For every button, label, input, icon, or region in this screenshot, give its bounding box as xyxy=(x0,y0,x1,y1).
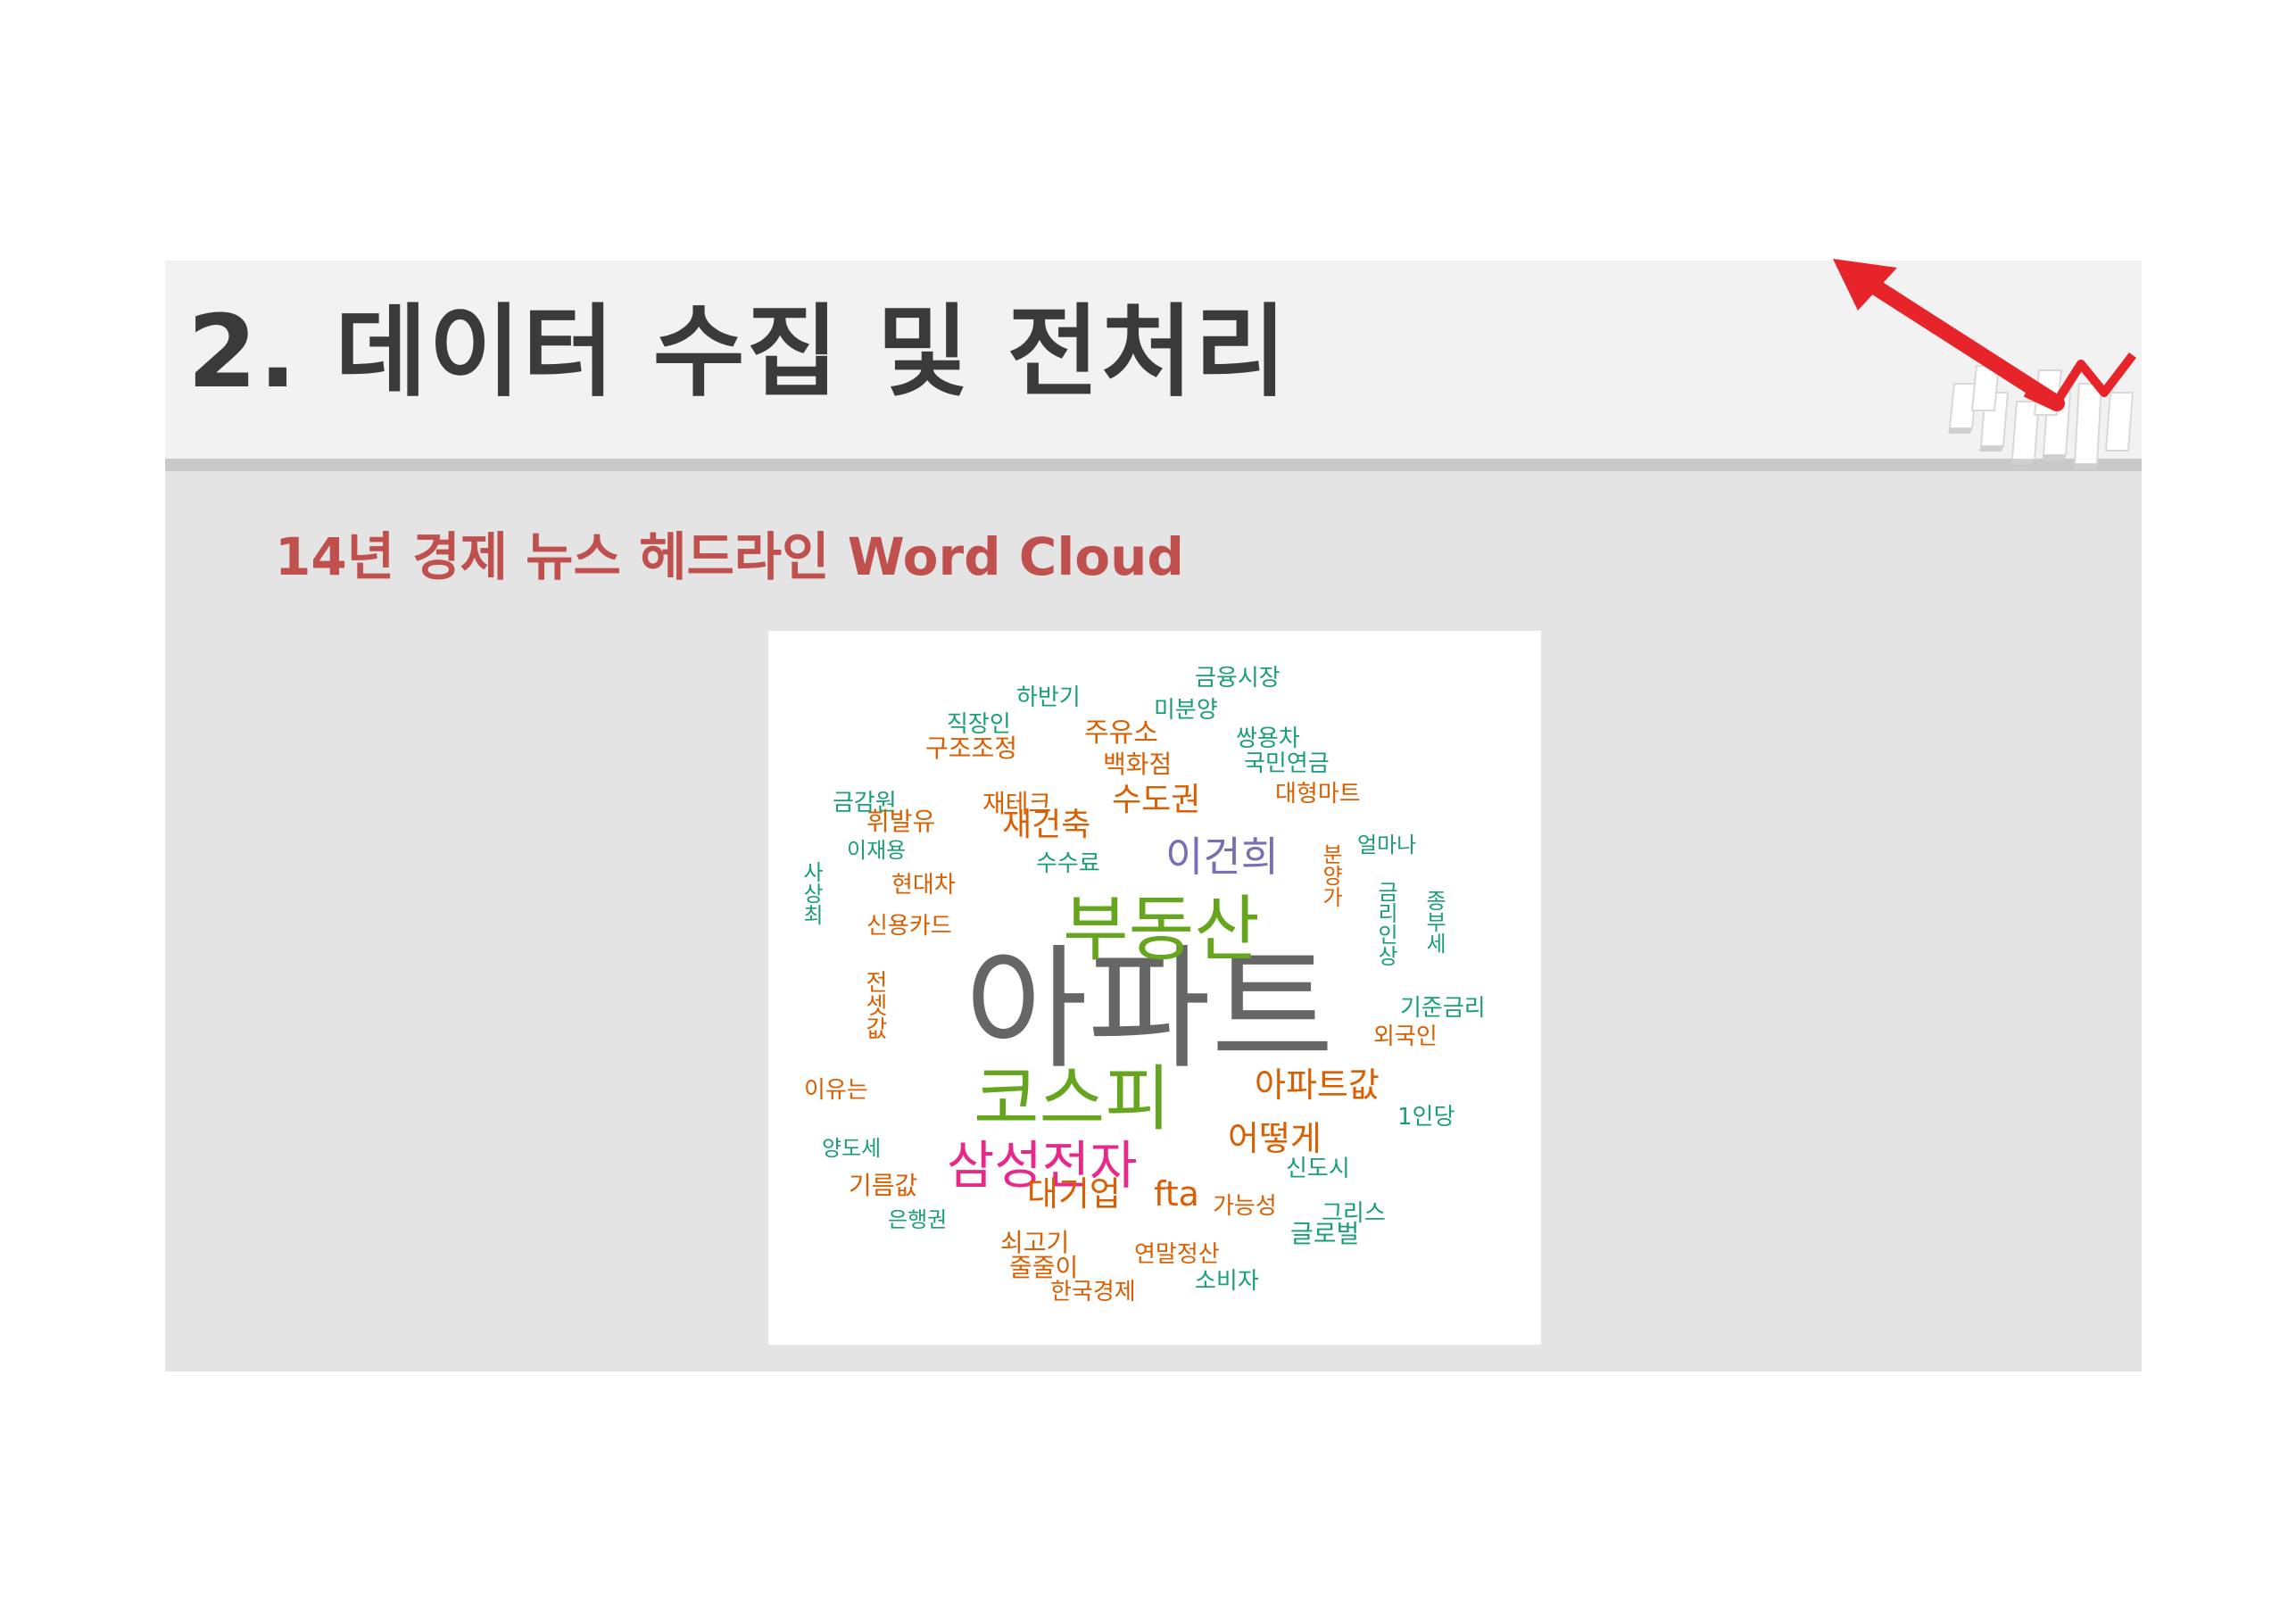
cloud-word: 주유소 xyxy=(1084,717,1158,749)
cloud-word: 얼마나 xyxy=(1357,833,1417,858)
red-trend-arrow-icon xyxy=(1833,259,2136,469)
cloud-word: 금융시장 xyxy=(1195,665,1281,692)
cloud-word: 종부세 xyxy=(1422,890,1446,954)
cloud-word: 이유는 xyxy=(804,1077,868,1104)
cloud-word: 줄줄이 xyxy=(1009,1253,1079,1282)
cloud-word: 부동산 xyxy=(1063,888,1260,971)
cloud-word: 하반기 xyxy=(1016,684,1081,711)
cloud-word: 기름값 xyxy=(849,1171,918,1200)
cloud-word: 어떻게 xyxy=(1228,1119,1322,1158)
cloud-word: 신용카드 xyxy=(866,913,952,940)
cloud-word: 휘발유 xyxy=(866,807,936,836)
cloud-word: 코스피 xyxy=(974,1057,1171,1140)
cloud-word: 1인당 xyxy=(1397,1104,1455,1131)
cloud-word: 현대차 xyxy=(891,872,956,899)
section-subtitle: 14년 경제 뉴스 헤드라인 Word Cloud xyxy=(275,526,1184,587)
cloud-word: 국민연금 xyxy=(1244,750,1330,777)
cloud-word: 사상최 xyxy=(799,861,824,925)
cloud-word: 한국경제 xyxy=(1050,1279,1136,1305)
cloud-word: 수수료 xyxy=(1036,850,1100,877)
cloud-word: 미분양 xyxy=(1154,697,1218,724)
cloud-word: 신도시 xyxy=(1286,1156,1350,1182)
cloud-word: 분양가 xyxy=(1318,843,1343,907)
cloud-word: 소비자 xyxy=(1195,1268,1259,1295)
cloud-word: 양도세 xyxy=(822,1136,882,1161)
cloud-word: 금리인상 xyxy=(1373,881,1398,966)
cloud-word: 쌍용차 xyxy=(1236,725,1300,752)
cloud-word: 외국인 xyxy=(1373,1023,1438,1050)
cloud-word: 백화점 xyxy=(1103,750,1173,779)
cloud-word: 쇠고기 xyxy=(1000,1228,1070,1257)
cloud-word: 은행권 xyxy=(888,1207,948,1232)
page-title: 2. 데이터 수집 및 전처리 xyxy=(187,294,1289,410)
cloud-word: 대기업 xyxy=(1027,1174,1121,1214)
cloud-word: 재테크 xyxy=(982,789,1052,818)
cloud-word: 이재용 xyxy=(847,838,907,863)
cloud-word: 대형마트 xyxy=(1275,781,1361,808)
cloud-word: 연말정산 xyxy=(1134,1241,1220,1268)
cloud-word: 수도권 xyxy=(1112,782,1201,818)
cloud-word: 글로벌 xyxy=(1290,1219,1360,1248)
cloud-word: 가능성 xyxy=(1213,1193,1277,1220)
cloud-word: 아파트값 xyxy=(1255,1065,1380,1105)
cloud-word: 이건희 xyxy=(1165,833,1279,881)
word-cloud-image: 아파트 부동산 코스피 삼성전자 이건희 아파트값 어떻게 대기업 재건축 수도권 fta 금융시장 하… xyxy=(768,631,1541,1345)
cloud-word: fta xyxy=(1154,1174,1199,1214)
cloud-word: 전셋값 xyxy=(861,970,888,1040)
cloud-word: 구조조정 xyxy=(925,733,1018,763)
cloud-word: 기준금리 xyxy=(1400,995,1486,1022)
